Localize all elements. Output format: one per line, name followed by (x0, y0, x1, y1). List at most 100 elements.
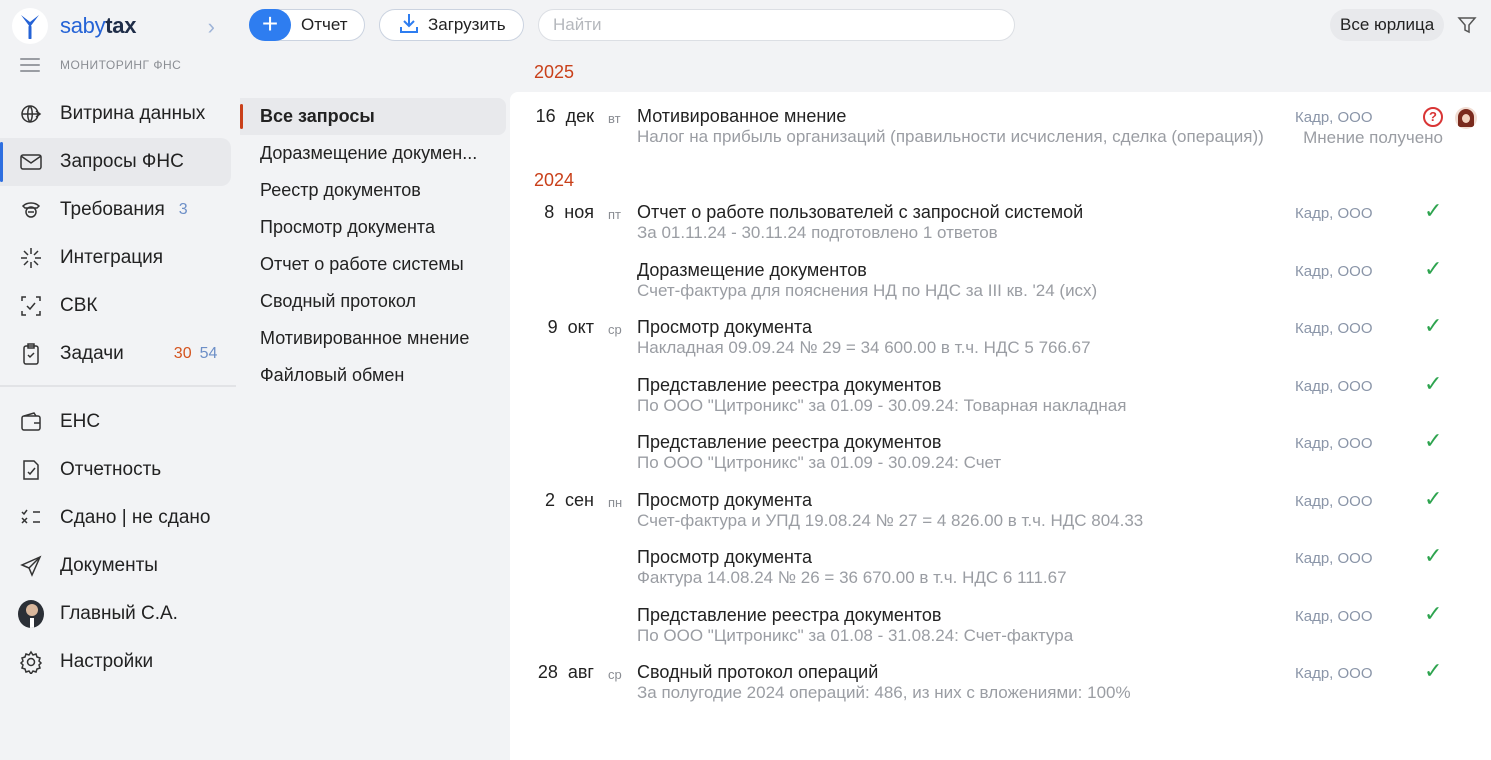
request-title: Представление реестра документов (637, 432, 942, 452)
sidebar-item-label: Сдано | не сдано (60, 507, 211, 528)
request-organization: Кадр, ООО (1295, 320, 1373, 337)
user-name: Главный С.А. (60, 603, 178, 624)
request-title: Доразмещение документов (637, 260, 867, 280)
request-row[interactable]: Представление реестра документов По ООО … (510, 361, 1491, 415)
hamburger-menu-icon[interactable] (20, 58, 40, 72)
request-title: Просмотр документа (637, 490, 812, 510)
request-status-text: Мнение получено (1303, 128, 1443, 147)
request-row[interactable]: Представление реестра документов По ООО … (510, 418, 1491, 472)
check-icon: ✓ (1424, 256, 1443, 281)
gear-icon (18, 649, 44, 675)
app-logo[interactable]: sabytax › (12, 6, 227, 46)
plus-icon: + (249, 9, 291, 41)
sidebar-item-fns-requests[interactable]: Запросы ФНС (0, 138, 231, 186)
category-all-requests[interactable]: Все запросы (240, 98, 506, 135)
sidebar-item-user-profile[interactable]: Главный С.А. (0, 590, 236, 638)
sidebar-item-label: ЕНС (60, 411, 101, 432)
sidebar-item-tasks[interactable]: Задачи 30 54 (0, 330, 236, 378)
sidebar-item-label: СВК (60, 295, 98, 316)
sidebar-item-data-showcase[interactable]: Витрина данных (0, 90, 236, 138)
requirements-count-badge: 3 (178, 201, 188, 218)
checklist-icon (18, 505, 44, 531)
upload-label: Загрузить (428, 15, 506, 34)
request-organization: Кадр, ООО (1295, 435, 1373, 452)
sidebar-item-settings[interactable]: Настройки (0, 638, 236, 686)
request-row[interactable]: Доразмещение документов Счет-фактура для… (510, 246, 1491, 300)
create-report-label: Отчет (301, 15, 348, 34)
filter-funnel-icon[interactable] (1456, 14, 1478, 36)
report-check-icon (18, 457, 44, 483)
request-organization: Кадр, ООО (1295, 608, 1373, 625)
request-subtitle: По ООО "Цитроникс" за 01.08 - 31.08.24: … (637, 626, 1074, 645)
check-icon: ✓ (1424, 486, 1443, 511)
check-icon: ✓ (1424, 428, 1443, 453)
check-frame-icon (18, 293, 44, 319)
sidebar-item-label: Требования (60, 199, 165, 220)
sidebar-nav-main: Витрина данных Запросы ФНС Требования 3 … (0, 90, 236, 378)
request-row[interactable]: 9 окт ср Просмотр документа Накладная 09… (510, 303, 1491, 357)
request-weekday: вт (608, 111, 621, 126)
category-doc-view[interactable]: Просмотр документа (240, 209, 506, 246)
create-report-button[interactable]: + Отчет (249, 9, 365, 41)
request-organization: Кадр, ООО (1295, 665, 1373, 682)
sidebar-item-integration[interactable]: Интеграция (0, 234, 236, 282)
sidebar-item-ens[interactable]: ЕНС (0, 398, 236, 446)
legal-entities-filter[interactable]: Все юрлица (1330, 9, 1445, 41)
request-organization: Кадр, ООО (1295, 109, 1373, 126)
request-date: 16 дек (535, 106, 594, 126)
request-weekday: ср (608, 667, 622, 682)
check-icon: ✓ (1424, 543, 1443, 568)
sidebar-item-documents[interactable]: Документы (0, 542, 236, 590)
sidebar-nav-secondary: ЕНС Отчетность Сдано | не сдано Документ… (0, 398, 236, 686)
sidebar-item-label: Задачи (60, 343, 124, 364)
request-date: 2 сен (545, 490, 594, 510)
category-motivated-opinion[interactable]: Мотивированное мнение (240, 320, 506, 357)
category-file-exchange[interactable]: Файловый обмен (240, 357, 506, 394)
upload-button[interactable]: Загрузить (379, 9, 524, 41)
request-title: Представление реестра документов (637, 375, 942, 395)
category-summary-protocol[interactable]: Сводный протокол (240, 283, 506, 320)
check-icon: ✓ (1424, 658, 1443, 683)
request-row[interactable]: Просмотр документа Фактура 14.08.24 № 26… (510, 533, 1491, 587)
check-icon: ✓ (1424, 313, 1443, 338)
request-organization: Кадр, ООО (1295, 550, 1373, 567)
request-organization: Кадр, ООО (1295, 263, 1373, 280)
sidebar-item-label: Витрина данных (60, 103, 206, 124)
tasks-count-badge: 54 (199, 345, 218, 362)
category-doc-placement[interactable]: Доразмещение докумен... (240, 135, 506, 172)
request-weekday: ср (608, 322, 622, 337)
search-input[interactable] (538, 9, 1015, 41)
logo-text: sabytax (60, 13, 137, 38)
chevron-right-icon[interactable]: › (208, 14, 215, 40)
paper-plane-icon (18, 553, 44, 579)
category-system-report[interactable]: Отчет о работе системы (240, 246, 506, 283)
wallet-icon (18, 409, 44, 435)
clipboard-icon (18, 341, 44, 367)
question-icon[interactable]: ? (1423, 107, 1443, 127)
request-subtitle: Счет-фактура и УПД 19.08.24 № 27 = 4 826… (637, 511, 1144, 530)
section-label: МОНИТОРИНГ ФНС (60, 58, 182, 72)
assignee-avatar[interactable] (1455, 107, 1477, 129)
request-row[interactable]: 16 дек вт Мотивированное мнение Налог на… (510, 92, 1491, 147)
request-date: 8 ноя (544, 202, 594, 222)
request-subtitle: Фактура 14.08.24 № 26 = 36 670.00 в т.ч.… (637, 568, 1067, 587)
request-subtitle: По ООО "Цитроникс" за 01.09 - 30.09.24: … (637, 396, 1127, 415)
check-icon: ✓ (1424, 371, 1443, 396)
request-organization: Кадр, ООО (1295, 493, 1373, 510)
request-row[interactable]: 28 авг ср Сводный протокол операций За п… (510, 648, 1491, 702)
request-row[interactable]: Представление реестра документов По ООО … (510, 591, 1491, 645)
request-row[interactable]: 8 ноя пт Отчет о работе пользователей с … (510, 188, 1491, 242)
request-title: Мотивированное мнение (637, 106, 847, 126)
sidebar-item-reporting[interactable]: Отчетность (0, 446, 236, 494)
request-subtitle: За 01.11.24 - 30.11.24 подготовлено 1 от… (637, 223, 998, 242)
officer-icon (18, 197, 44, 223)
sidebar-item-svk[interactable]: СВК (0, 282, 236, 330)
sidebar-item-submitted[interactable]: Сдано | не сдано (0, 494, 236, 542)
sidebar-item-label: Интеграция (60, 247, 164, 268)
sidebar-item-requirements[interactable]: Требования 3 (0, 186, 236, 234)
request-row[interactable]: 2 сен пн Просмотр документа Счет-фактура… (510, 476, 1491, 530)
envelope-icon (18, 149, 44, 175)
category-doc-registry[interactable]: Реестр документов (240, 172, 506, 209)
request-subtitle: За полугодие 2024 операций: 486, из них … (637, 683, 1131, 702)
request-title: Просмотр документа (637, 547, 812, 567)
